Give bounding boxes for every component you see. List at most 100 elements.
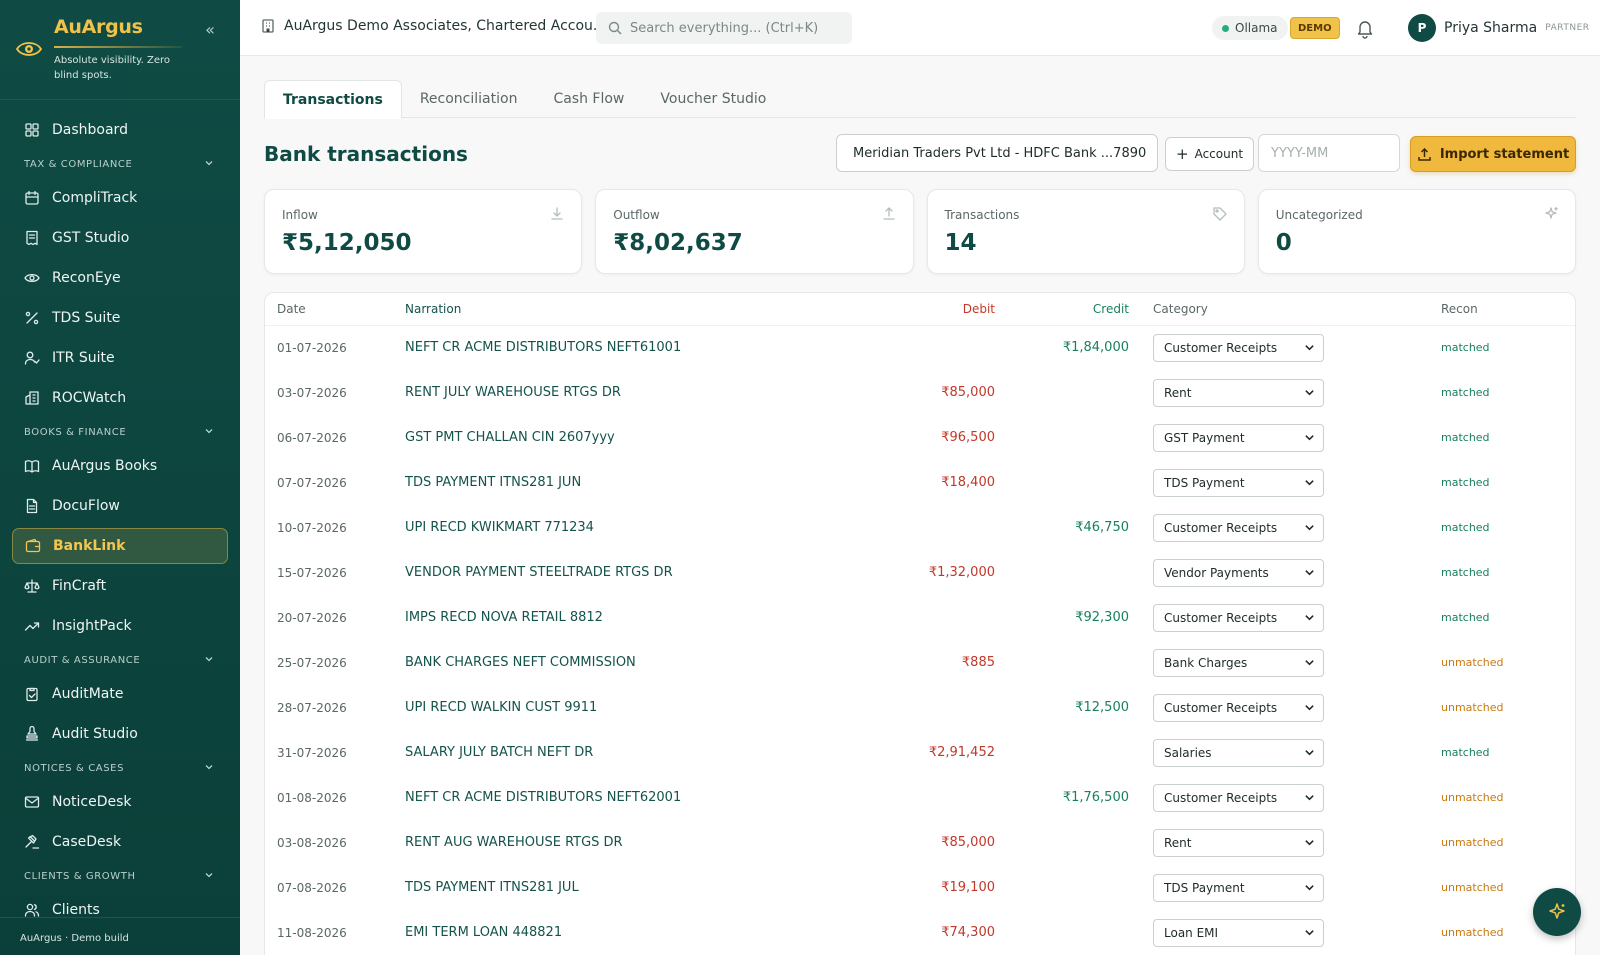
table-row[interactable]: 01-07-2026 NEFT CR ACME DISTRIBUTORS NEFT… [265,325,1575,370]
sidebar-item-auargus-books[interactable]: AuArgus Books [0,446,240,486]
cell-debit: ₹2,91,452 [928,745,995,760]
sidebar-item-dashboard[interactable]: Dashboard [0,110,240,150]
nav-section-header[interactable]: BOOKS & FINANCE [0,418,240,446]
sidebar-item-fincraft[interactable]: FinCraft [0,566,240,606]
search-placeholder: Search everything... (Ctrl+K) [630,20,819,36]
nav-section-header[interactable]: TAX & COMPLIANCE [0,150,240,178]
category-select[interactable]: Rent [1153,378,1324,407]
column-header-category[interactable]: Category [1129,293,1441,326]
search-input[interactable]: Search everything... (Ctrl+K) [596,12,852,44]
cell-category: Customer Receipts [1129,685,1441,730]
sidebar-item-auditmate[interactable]: AuditMate [0,674,240,714]
category-select[interactable]: GST Payment [1153,423,1324,452]
demo-badge: DEMO [1290,17,1340,39]
sidebar-item-rocwatch[interactable]: ROCWatch [0,378,240,418]
sidebar-item-audit-studio[interactable]: Audit Studio [0,714,240,754]
table-row[interactable]: 07-07-2026 TDS PAYMENT ITNS281 JUN ₹18,400… [265,460,1575,505]
tab-cash-flow[interactable]: Cash Flow [535,80,642,118]
table-row[interactable]: 25-07-2026 BANK CHARGES NEFT COMMISSION ₹8… [265,640,1575,685]
category-select[interactable]: TDS Payment [1153,468,1324,497]
sidebar-item-label: CaseDesk [52,834,122,850]
cell-date: 07-08-2026 [277,880,347,895]
column-header-debit[interactable]: Debit [845,293,995,326]
sidebar-item-itr-suite[interactable]: ITR Suite [0,338,240,378]
month-field[interactable] [1258,134,1400,172]
table-row[interactable]: 03-08-2026 RENT AUG WAREHOUSE RTGS DR ₹85,… [265,820,1575,865]
sidebar-item-banklink[interactable]: BankLink [12,528,228,564]
table-row[interactable]: 31-07-2026 SALARY JULY BATCH NEFT DR ₹2,91… [265,730,1575,775]
cell-credit [995,415,1129,460]
sidebar-item-insightpack[interactable]: InsightPack [0,606,240,646]
sidebar-item-label: ROCWatch [52,390,127,406]
wallet-icon [25,538,41,554]
cell-narration: UPI RECD WALKIN CUST 9911 [405,700,598,715]
add-account-button[interactable]: + Account [1165,137,1255,171]
column-header-credit[interactable]: Credit [995,293,1129,326]
sidebar-item-complitrack[interactable]: CompliTrack [0,178,240,218]
nav-section-header[interactable]: AUDIT & ASSURANCE [0,646,240,674]
eye-logo-icon [16,42,42,56]
category-select[interactable]: Loan EMI [1153,918,1324,947]
cell-credit [995,640,1129,685]
tab-voucher-studio[interactable]: Voucher Studio [642,80,784,118]
sidebar-item-docuflow[interactable]: DocuFlow [0,486,240,526]
import-statement-button[interactable]: Import statement [1410,136,1576,172]
org-switcher[interactable]: AuArgus Demo Associates, Chartered Accou… [260,18,606,34]
calendar-icon [24,190,40,206]
nav-section-header[interactable]: CLIENTS & GROWTH [0,862,240,890]
column-header-recon[interactable]: Recon [1441,293,1575,326]
category-select[interactable]: Customer Receipts [1153,783,1324,812]
sidebar-item-reconeye[interactable]: ReconEye [0,258,240,298]
sparkle-icon [1543,206,1559,222]
column-header-narration[interactable]: Narration [405,293,845,326]
category-select[interactable]: Rent [1153,828,1324,857]
tab-transactions[interactable]: Transactions [264,80,402,119]
ai-assistant-button[interactable] [1533,888,1581,936]
table-row[interactable]: 03-07-2026 RENT JULY WAREHOUSE RTGS DR ₹85… [265,370,1575,415]
collapse-sidebar-icon[interactable]: « [200,20,220,40]
bell-icon[interactable] [1354,17,1376,39]
cell-narration: EMI TERM LOAN 448821 [405,925,563,940]
sidebar-item-gst-studio[interactable]: GST Studio [0,218,240,258]
cell-credit [995,820,1129,865]
category-select[interactable]: Bank Charges [1153,648,1324,677]
eye-icon [24,270,40,286]
cell-debit: ₹96,500 [941,430,995,445]
sidebar-item-noticedesk[interactable]: NoticeDesk [0,782,240,822]
tab-reconciliation[interactable]: Reconciliation [402,80,536,118]
category-select[interactable]: Salaries [1153,738,1324,767]
sidebar-item-tds-suite[interactable]: TDS Suite [0,298,240,338]
add-account-label: Account [1194,147,1244,161]
cell-debit [845,325,995,370]
user-menu[interactable]: P Priya Sharma PARTNER [1408,14,1590,42]
mail-icon [24,794,40,810]
table-row[interactable]: 11-08-2026 EMI TERM LOAN 448821 ₹74,300 Loa… [265,910,1575,955]
table-row[interactable]: 28-07-2026 UPI RECD WALKIN CUST 9911 ₹12,5… [265,685,1575,730]
category-select[interactable]: Vendor Payments [1153,558,1324,587]
recon-status: matched [1441,566,1490,579]
category-select-value: Customer Receipts [1164,700,1278,715]
account-select[interactable]: Meridian Traders Pvt Ltd - HDFC Bank ...… [836,134,1158,172]
model-status[interactable]: Ollama [1212,16,1288,40]
category-select[interactable]: TDS Payment [1153,873,1324,902]
nav-section-header[interactable]: NOTICES & CASES [0,754,240,782]
sidebar-item-casedesk[interactable]: CaseDesk [0,822,240,862]
category-select[interactable]: Customer Receipts [1153,603,1324,632]
table-row[interactable]: 10-07-2026 UPI RECD KWIKMART 771234 ₹46,75… [265,505,1575,550]
cell-debit: ₹85,000 [941,385,995,400]
column-header-date[interactable]: Date [265,293,405,326]
category-select[interactable]: Customer Receipts [1153,693,1324,722]
recon-status: matched [1441,476,1490,489]
cell-credit: ₹1,76,500 [1062,790,1129,805]
cell-category: Rent [1129,820,1441,865]
table-row[interactable]: 15-07-2026 VENDOR PAYMENT STEELTRADE RTGS… [265,550,1575,595]
category-select[interactable]: Customer Receipts [1153,333,1324,362]
table-row[interactable]: 01-08-2026 NEFT CR ACME DISTRIBUTORS NEFT… [265,775,1575,820]
table-row[interactable]: 06-07-2026 GST PMT CHALLAN CIN 2607yyy ₹96… [265,415,1575,460]
recon-status: matched [1441,521,1490,534]
table-row[interactable]: 20-07-2026 IMPS RECD NOVA RETAIL 8812 ₹92,… [265,595,1575,640]
user-check-icon [24,350,40,366]
table-row[interactable]: 07-08-2026 TDS PAYMENT ITNS281 JUL ₹19,100… [265,865,1575,910]
category-select[interactable]: Customer Receipts [1153,513,1324,542]
tag-icon [1212,206,1228,222]
